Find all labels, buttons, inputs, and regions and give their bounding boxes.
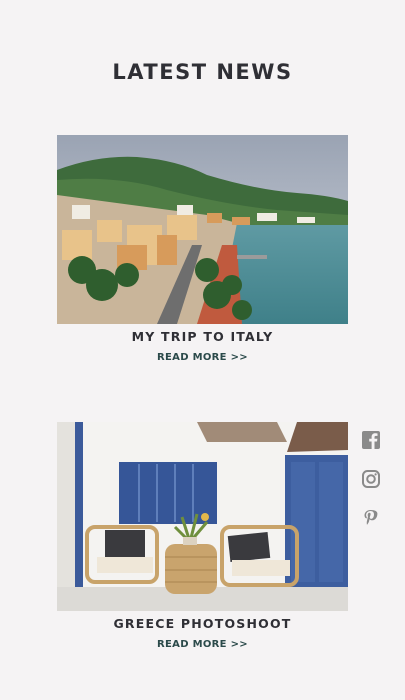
facebook-icon[interactable]	[361, 430, 381, 450]
read-more-link[interactable]: READ MORE >>	[157, 639, 248, 650]
pinterest-icon[interactable]	[361, 508, 381, 528]
greece-photo[interactable]	[57, 422, 348, 611]
page-title: LATEST NEWS	[112, 60, 293, 84]
news-post-italy: MY TRIP TO ITALY READ MORE >>	[57, 135, 348, 364]
post-title[interactable]: MY TRIP TO ITALY	[57, 329, 348, 344]
italy-photo[interactable]	[57, 135, 348, 324]
news-post-greece: GREECE PHOTOSHOOT READ MORE >>	[57, 422, 348, 651]
social-links	[361, 430, 381, 547]
read-more-link[interactable]: READ MORE >>	[157, 352, 248, 363]
post-title[interactable]: GREECE PHOTOSHOOT	[57, 616, 348, 631]
instagram-icon[interactable]	[361, 469, 381, 489]
